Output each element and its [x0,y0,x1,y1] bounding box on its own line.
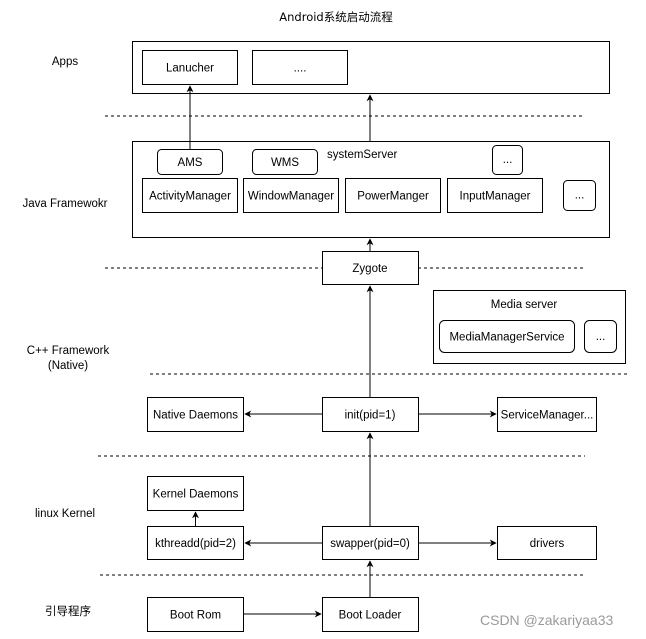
node-swapper[interactable]: swapper(pid=0) [322,526,419,560]
node-apps-more[interactable]: .... [252,50,348,85]
node-java-more-top[interactable]: ... [492,145,523,175]
node-activity-manager-label: ActivityManager [149,191,231,203]
systemserver-label: systemServer [327,149,397,161]
node-kernel-daemons[interactable]: Kernel Daemons [147,476,244,511]
media-server-label: Media server [491,299,558,311]
node-boot-loader[interactable]: Boot Loader [322,597,419,632]
node-kthreadd-label: kthreadd(pid=2) [155,538,236,550]
node-init-label: init(pid=1) [345,410,396,422]
node-java-more-top-label: ... [503,154,513,166]
node-java-more-right[interactable]: ... [563,180,596,211]
node-launcher-label: Lanucher [166,63,214,75]
node-kthreadd[interactable]: kthreadd(pid=2) [147,526,244,560]
layer-label-cpp: C++ Framework [27,345,110,357]
android-boot-diagram: Android系统启动流程 Apps Java Framewokr C++ Fr… [23,10,630,632]
node-java-more-right-label: ... [575,190,585,202]
layer-label-boot: 引导程序 [45,604,91,618]
node-ams[interactable]: AMS [157,149,223,175]
node-activity-manager[interactable]: ActivityManager [142,178,238,213]
node-zygote-label: Zygote [352,263,387,275]
layer-label-java: Java Framewokr [23,198,108,210]
node-apps-more-label: .... [294,63,307,75]
node-drivers[interactable]: drivers [497,526,597,560]
node-media-more-label: ... [596,331,606,343]
node-kernel-daemons-label: Kernel Daemons [153,489,239,501]
node-ams-label: AMS [178,157,203,169]
node-wms-label: WMS [271,157,299,169]
node-launcher[interactable]: Lanucher [142,50,238,85]
node-boot-rom-label: Boot Rom [170,610,221,622]
node-power-manager-label: PowerManger [357,191,429,203]
node-service-manager[interactable]: ServiceManager... [497,397,597,432]
node-init[interactable]: init(pid=1) [322,397,419,432]
node-window-manager-label: WindowManager [248,191,334,203]
node-swapper-label: swapper(pid=0) [330,538,410,550]
node-boot-rom[interactable]: Boot Rom [147,597,244,632]
layer-label-apps: Apps [52,56,78,68]
node-media-manager-service[interactable]: MediaManagerService [439,320,575,353]
node-native-daemons-label: Native Daemons [153,410,238,422]
node-media-more[interactable]: ... [584,320,617,353]
watermark: CSDN @zakariyaa33 [480,612,613,628]
node-input-manager[interactable]: InputManager [447,178,543,213]
node-input-manager-label: InputManager [460,191,531,203]
layer-label-kernel: linux Kernel [35,508,95,520]
node-drivers-label: drivers [530,538,565,550]
node-boot-loader-label: Boot Loader [339,610,402,622]
node-window-manager[interactable]: WindowManager [243,178,339,213]
node-native-daemons[interactable]: Native Daemons [147,397,244,432]
node-wms[interactable]: WMS [252,149,318,175]
diagram-title: Android系统启动流程 [279,10,393,24]
node-media-manager-service-label: MediaManagerService [449,332,564,344]
layer-label-cpp-sub: (Native) [48,360,88,372]
node-power-manager[interactable]: PowerManger [345,178,441,213]
node-zygote[interactable]: Zygote [322,251,419,285]
node-service-manager-label: ServiceManager... [501,410,594,422]
